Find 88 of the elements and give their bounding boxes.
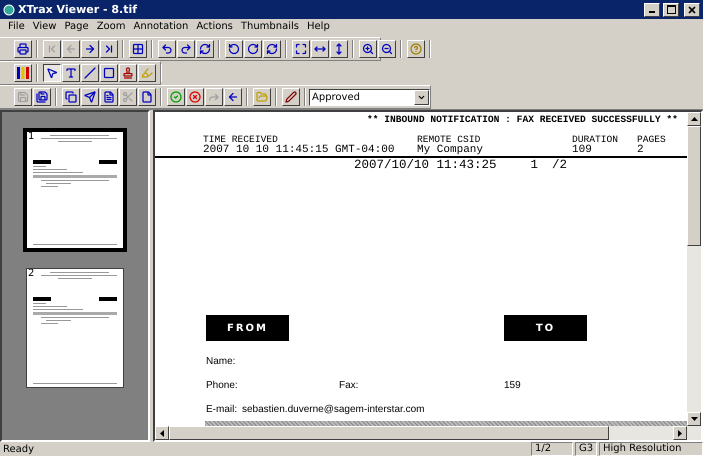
text-document-icon	[103, 91, 115, 103]
rotate-left-icon	[161, 43, 173, 55]
column-value: 109	[572, 145, 593, 155]
status-message: Ready	[2, 444, 36, 454]
new-page-icon	[141, 91, 153, 103]
scroll-left-icon	[160, 430, 164, 436]
scissors-icon	[122, 91, 134, 103]
minimize-button[interactable]	[644, 2, 660, 16]
close-icon	[688, 6, 696, 14]
field-value: sebastien.duverne@sagem-interstar.com	[242, 404, 426, 414]
maximize-icon	[666, 5, 676, 14]
line-icon	[84, 67, 96, 79]
field-value: 159	[504, 380, 522, 390]
rotate-right-icon	[247, 43, 259, 55]
flip-icon	[199, 43, 211, 55]
column-heading: TIME RECEIVED	[203, 135, 278, 145]
menu-item[interactable]: Annotation	[130, 21, 192, 32]
menu-item[interactable]: Zoom	[92, 21, 130, 32]
status-dropdown[interactable]: Approved	[309, 88, 430, 106]
highlighter-icon	[141, 67, 153, 79]
rotate-left-icon	[228, 43, 240, 55]
rotate-right-icon	[180, 43, 192, 55]
menu-item[interactable]: Page	[60, 21, 93, 32]
vertical-scrollbar[interactable]	[687, 112, 701, 426]
last-page-icon	[103, 43, 115, 55]
resolution-indicator: High Resolution	[599, 442, 703, 456]
close-button[interactable]	[684, 2, 700, 16]
page-thumbnail[interactable]: 1	[23, 128, 127, 252]
back-arrow-icon	[227, 91, 239, 103]
approve-icon	[170, 91, 182, 103]
notification-heading: ** INBOUND NOTIFICATION : FAX RECEIVED SUCCESSFULLY **	[367, 114, 678, 125]
pointer-icon	[46, 67, 58, 79]
save-all-icon	[36, 91, 48, 103]
menu-item[interactable]: Help	[303, 21, 334, 32]
forward-icon	[208, 91, 220, 103]
grid-icon	[132, 43, 144, 55]
next-page-icon	[84, 43, 96, 55]
color-bars-icon	[16, 67, 30, 79]
reject-icon	[189, 91, 201, 103]
zoom-out-icon	[381, 43, 393, 55]
toolbar-button[interactable]	[43, 64, 61, 82]
field-label: Fax:	[339, 380, 360, 390]
column-heading: REMOTE CSID	[417, 135, 480, 145]
column-value: 2007 10 10 11:45:15 GMT-04:00	[203, 145, 396, 155]
previous-page-icon	[65, 43, 77, 55]
page-thumbnail[interactable]: 2	[26, 268, 124, 388]
menu-item[interactable]: View	[28, 21, 60, 32]
minimize-icon	[649, 11, 655, 13]
from-label: FROM	[206, 315, 289, 341]
window-title: XTrax Viewer - 8.tif	[18, 3, 138, 16]
save-icon	[17, 91, 29, 103]
send-icon	[84, 91, 96, 103]
first-page-icon	[46, 43, 58, 55]
fax-date: 2007/10/10 11:43:25	[354, 158, 497, 172]
page-number: 1	[28, 132, 34, 142]
folder-icon	[256, 91, 268, 103]
pen-icon	[285, 91, 297, 103]
horizontal-scrollbar[interactable]	[155, 426, 701, 440]
fit-page-icon	[295, 43, 307, 55]
copy-icon	[65, 91, 77, 103]
flip-icon	[266, 43, 278, 55]
column-heading: DURATION	[572, 135, 620, 145]
to-label: TO	[504, 315, 587, 341]
field-label: Phone:	[206, 380, 239, 390]
menu-item[interactable]: Thumbnails	[236, 21, 303, 32]
scroll-down-icon	[690, 417, 698, 421]
rectangle-icon	[103, 67, 115, 79]
fax-page: 1	[530, 158, 538, 172]
compression-indicator: G3	[575, 442, 597, 456]
menu-item[interactable]: Actions	[192, 21, 237, 32]
scroll-right-icon	[678, 430, 682, 436]
stamp-icon	[122, 67, 134, 79]
page-number: 2	[28, 269, 34, 279]
column-value: My Company	[417, 145, 484, 155]
zoom-in-icon	[362, 43, 374, 55]
column-heading: PAGES	[637, 135, 667, 145]
field-label: E-mail:	[206, 404, 238, 414]
text-icon	[65, 67, 77, 79]
menu-item[interactable]: File	[4, 21, 29, 32]
page-indicator: 1/2	[531, 442, 573, 456]
fax-page-total: /2	[552, 158, 568, 172]
field-label: Name:	[206, 356, 236, 366]
app-icon	[3, 4, 15, 16]
print-icon	[17, 43, 29, 55]
maximize-button[interactable]	[663, 2, 679, 16]
column-value: 2	[637, 145, 645, 155]
help-icon	[410, 43, 422, 55]
scroll-up-icon	[690, 117, 698, 121]
